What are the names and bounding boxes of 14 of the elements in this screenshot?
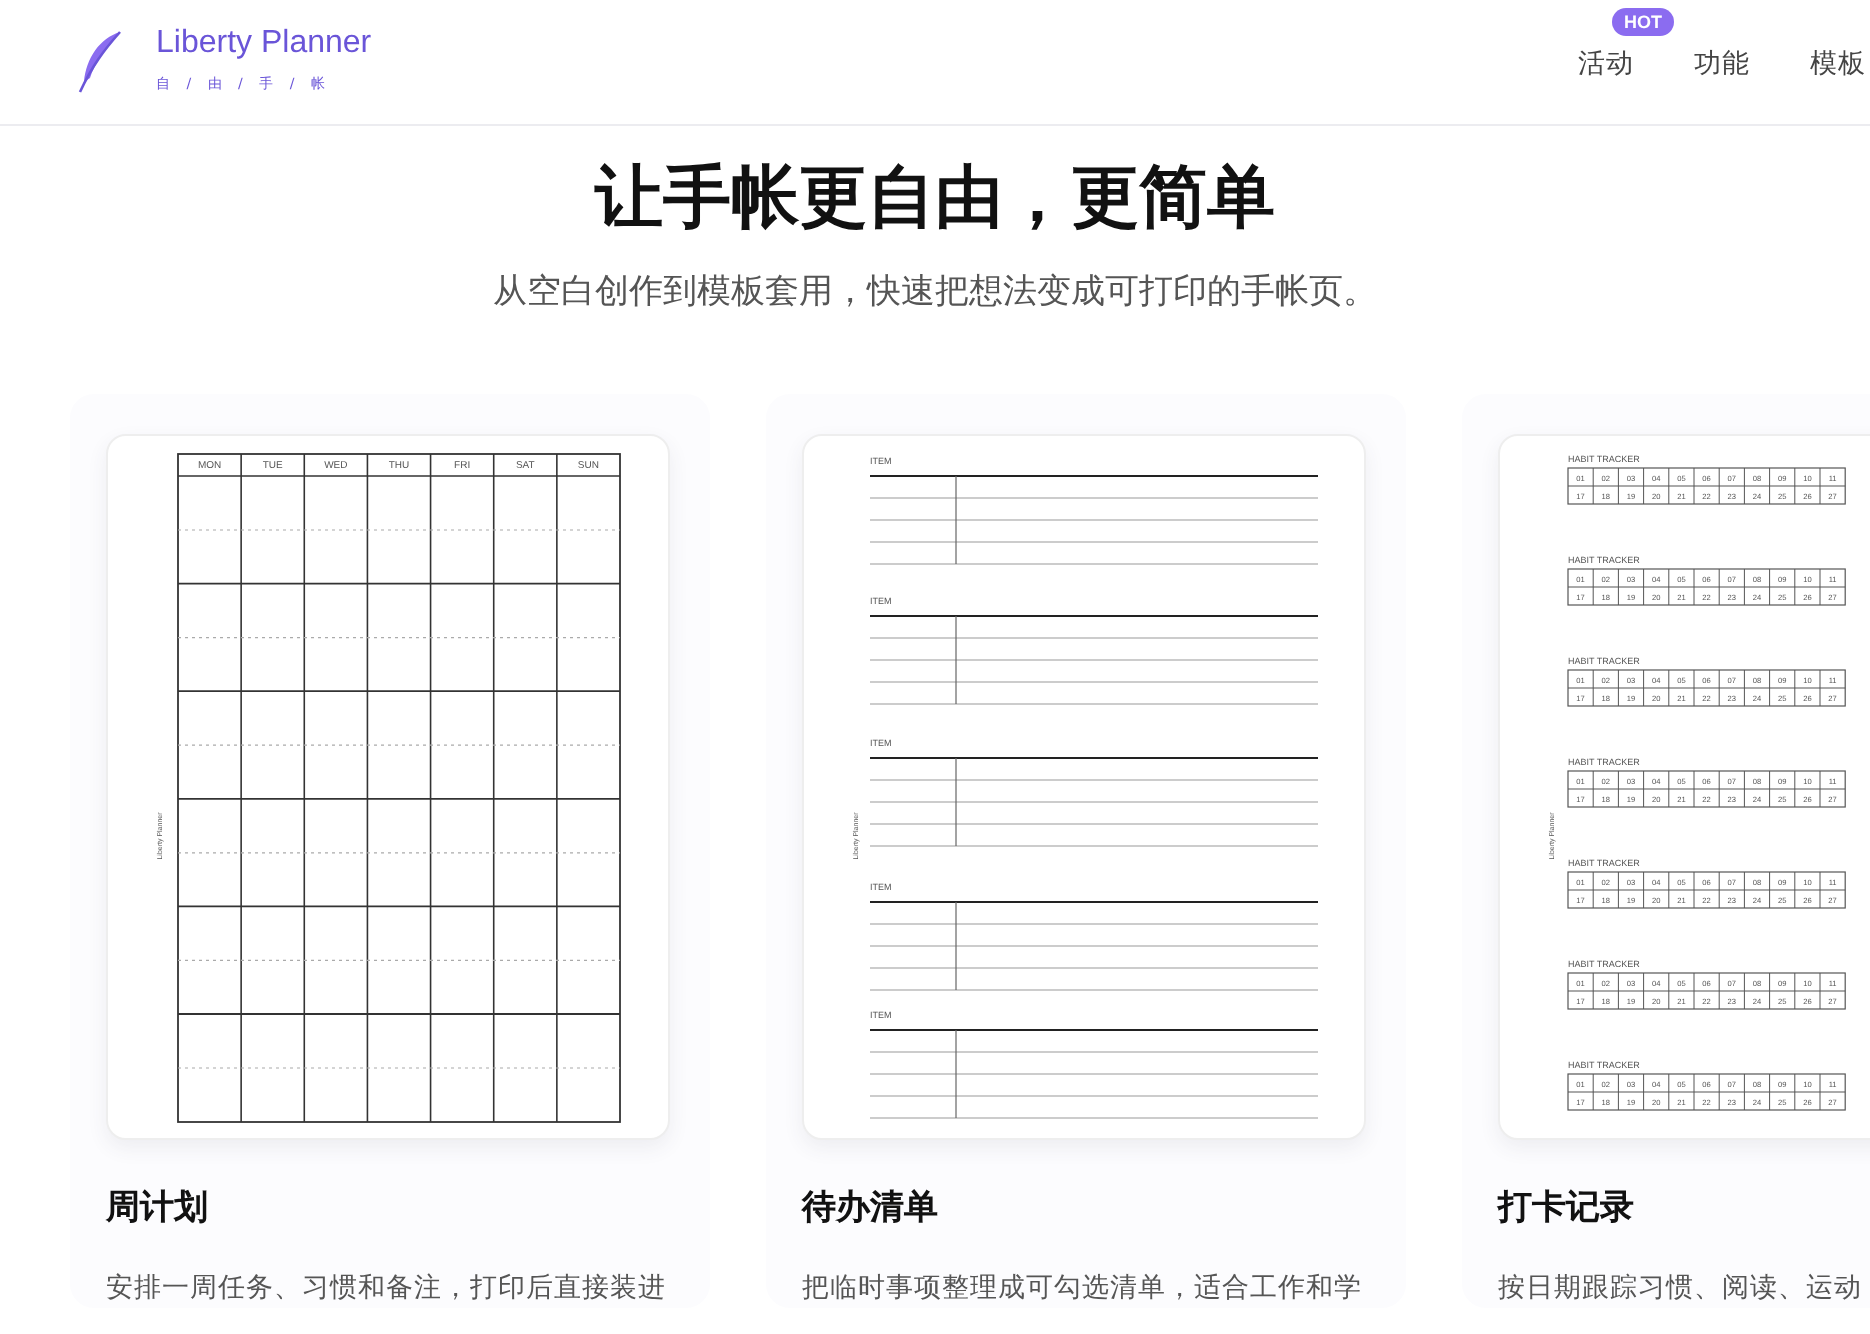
card-description: 按日期跟踪习惯、阅读、运动: [1498, 1269, 1864, 1308]
hero-subtitle: 从空白创作到模板套用，快速把想法变成可打印的手帐页。: [491, 269, 1379, 316]
nav-link[interactable]: 功能: [1694, 48, 1750, 80]
feather-icon: [76, 30, 124, 94]
logo-title[interactable]: Liberty Planner: [156, 28, 372, 61]
nav-link[interactable]: 活动: [1578, 48, 1634, 80]
nav-link[interactable]: 模板: [1810, 48, 1866, 80]
card-description: 安排一周任务、习惯和备注，打印后直接装进: [106, 1269, 668, 1308]
card-description: 把临时事项整理成可勾选清单，适合工作和学: [802, 1269, 1364, 1308]
hot-badge: HOT: [1612, 8, 1674, 36]
card-title: 打卡记录: [1498, 1186, 1636, 1233]
card-title: 待办清单: [802, 1186, 940, 1233]
hero-title: 让手帐更自由，更简单: [592, 158, 1277, 240]
card-title: 周计划: [106, 1186, 210, 1233]
